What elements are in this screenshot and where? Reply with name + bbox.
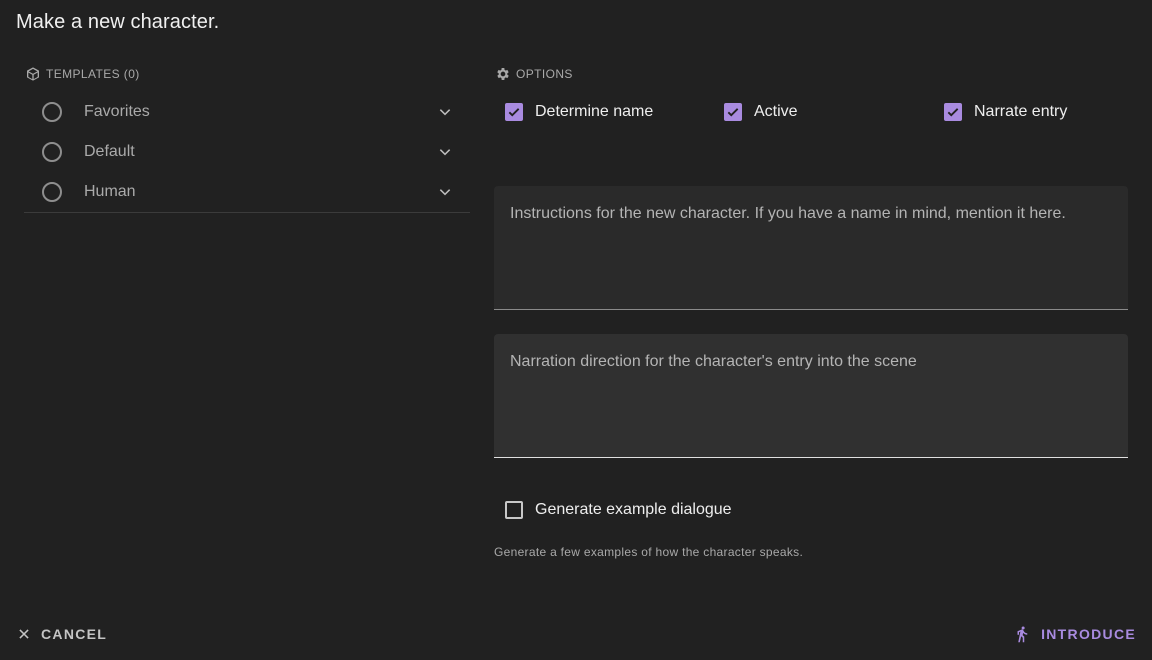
template-item-default[interactable]: Default	[24, 132, 470, 172]
chevron-down-icon[interactable]	[438, 105, 452, 119]
cube-outline-icon	[27, 67, 39, 81]
active-option[interactable]: Active	[724, 100, 798, 124]
walking-person-icon	[1017, 626, 1028, 643]
determine-name-label: Determine name	[535, 103, 654, 120]
cancel-button[interactable]: Cancel	[17, 622, 107, 646]
template-item-human[interactable]: Human	[24, 172, 470, 212]
radio-button[interactable]	[42, 182, 62, 202]
gear-icon	[497, 68, 509, 80]
radio-button[interactable]	[42, 142, 62, 162]
introduce-button[interactable]: Introduce	[1013, 622, 1136, 646]
generate-dialogue-checkbox[interactable]	[505, 501, 523, 519]
chevron-down-icon[interactable]	[438, 145, 452, 159]
determine-name-checkbox[interactable]	[505, 103, 523, 121]
templates-heading-label: TEMPLATES (0)	[46, 67, 140, 81]
narrate-entry-option[interactable]: Narrate entry	[944, 100, 1067, 124]
narration-textarea[interactable]	[494, 334, 1128, 457]
instructions-textarea[interactable]	[494, 186, 1128, 309]
dialog-title: Make a new character.	[16, 11, 220, 33]
cancel-label: Cancel	[41, 626, 108, 642]
check-icon	[727, 108, 739, 117]
check-icon	[508, 108, 520, 117]
instructions-field[interactable]	[494, 186, 1128, 310]
determine-name-option[interactable]: Determine name	[505, 100, 653, 124]
active-label: Active	[754, 103, 798, 120]
check-icon	[947, 108, 959, 117]
template-label: Human	[84, 183, 136, 200]
generate-dialogue-option[interactable]: Generate example dialogue	[505, 498, 732, 522]
generate-dialogue-hint: Generate a few examples of how the chara…	[494, 545, 804, 559]
templates-heading: TEMPLATES (0)	[25, 66, 140, 82]
radio-button[interactable]	[42, 102, 62, 122]
template-item-favorites[interactable]: Favorites	[24, 92, 470, 132]
close-icon	[19, 629, 29, 639]
template-label: Default	[84, 143, 135, 160]
options-heading: OPTIONS	[495, 66, 573, 82]
narrate-entry-checkbox[interactable]	[944, 103, 962, 121]
generate-dialogue-label: Generate example dialogue	[535, 501, 732, 518]
template-label: Favorites	[84, 103, 150, 120]
chevron-down-icon[interactable]	[438, 185, 452, 199]
introduce-label: Introduce	[1041, 626, 1136, 642]
options-heading-label: OPTIONS	[516, 67, 573, 81]
new-character-dialog: Make a new character. TEMPLATES (0) Favo…	[0, 0, 1152, 660]
narration-field[interactable]	[494, 334, 1128, 458]
active-checkbox[interactable]	[724, 103, 742, 121]
template-list: Favorites Default Human	[24, 92, 470, 213]
narrate-entry-label: Narrate entry	[974, 103, 1068, 120]
